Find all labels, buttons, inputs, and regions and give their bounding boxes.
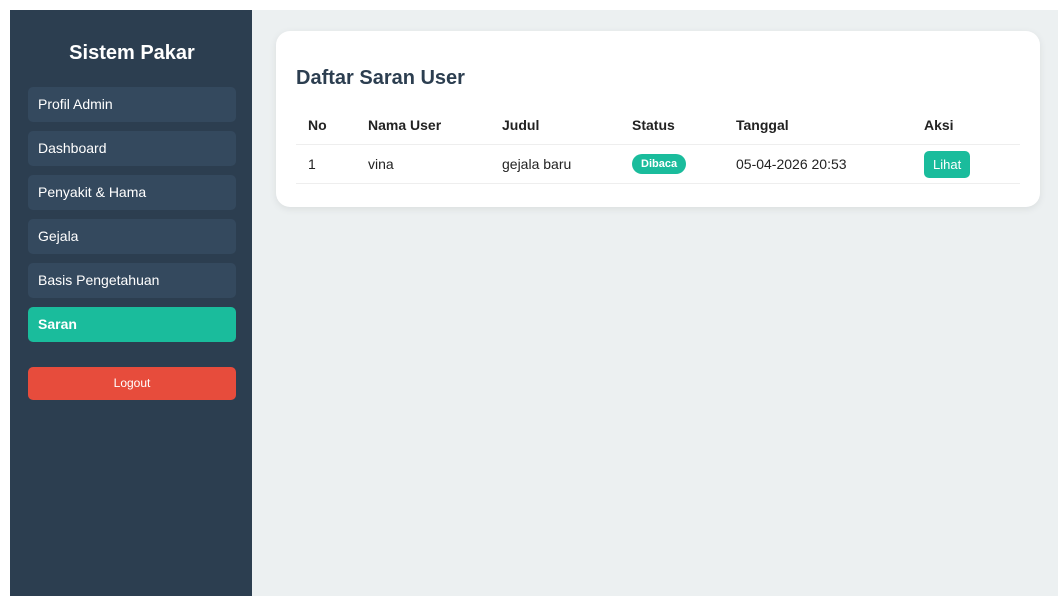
column-header-no: No [296,106,356,145]
sidebar-item-penyakit-hama[interactable]: Penyakit & Hama [28,175,236,210]
column-header-tanggal: Tanggal [724,106,912,145]
cell-no: 1 [296,144,356,184]
logout-button[interactable]: Logout [28,367,236,400]
main-content: Daftar Saran User No Nama User Judul Sta… [252,10,1058,596]
sidebar-item-dashboard[interactable]: Dashboard [28,131,236,166]
page-title: Daftar Saran User [296,67,465,89]
cell-judul: gejala baru [490,144,620,184]
saran-card: Daftar Saran User No Nama User Judul Sta… [276,31,1040,207]
sidebar-item-profil-admin[interactable]: Profil Admin [28,87,236,122]
lihat-button[interactable]: Lihat [924,150,971,178]
sidebar-menu: Profil Admin Dashboard Penyakit & Hama G… [28,87,236,342]
cell-nama-user: vina [356,144,490,184]
status-badge: Dibaca [632,154,687,174]
table-row: 1 vina gejala baru Dibaca 05-04-2026 20:… [296,144,1020,184]
column-header-judul: Judul [490,106,620,145]
app-brand: Sistem Pakar [69,42,195,64]
app-frame: Sistem Pakar Profil Admin Dashboard Peny… [10,10,1058,596]
saran-table: No Nama User Judul Status Tanggal Aksi 1… [296,106,1020,184]
sidebar-item-basis-pengetahuan[interactable]: Basis Pengetahuan [28,263,236,298]
sidebar: Sistem Pakar Profil Admin Dashboard Peny… [10,10,252,596]
column-header-nama-user: Nama User [356,106,490,145]
table-header-row: No Nama User Judul Status Tanggal Aksi [296,106,1020,145]
column-header-status: Status [620,106,724,145]
sidebar-item-saran[interactable]: Saran [28,307,236,342]
column-header-aksi: Aksi [912,106,1020,145]
cell-tanggal: 05-04-2026 20:53 [724,144,912,184]
sidebar-item-gejala[interactable]: Gejala [28,219,236,254]
cell-status: Dibaca [620,144,724,184]
cell-aksi: Lihat [912,144,1020,184]
